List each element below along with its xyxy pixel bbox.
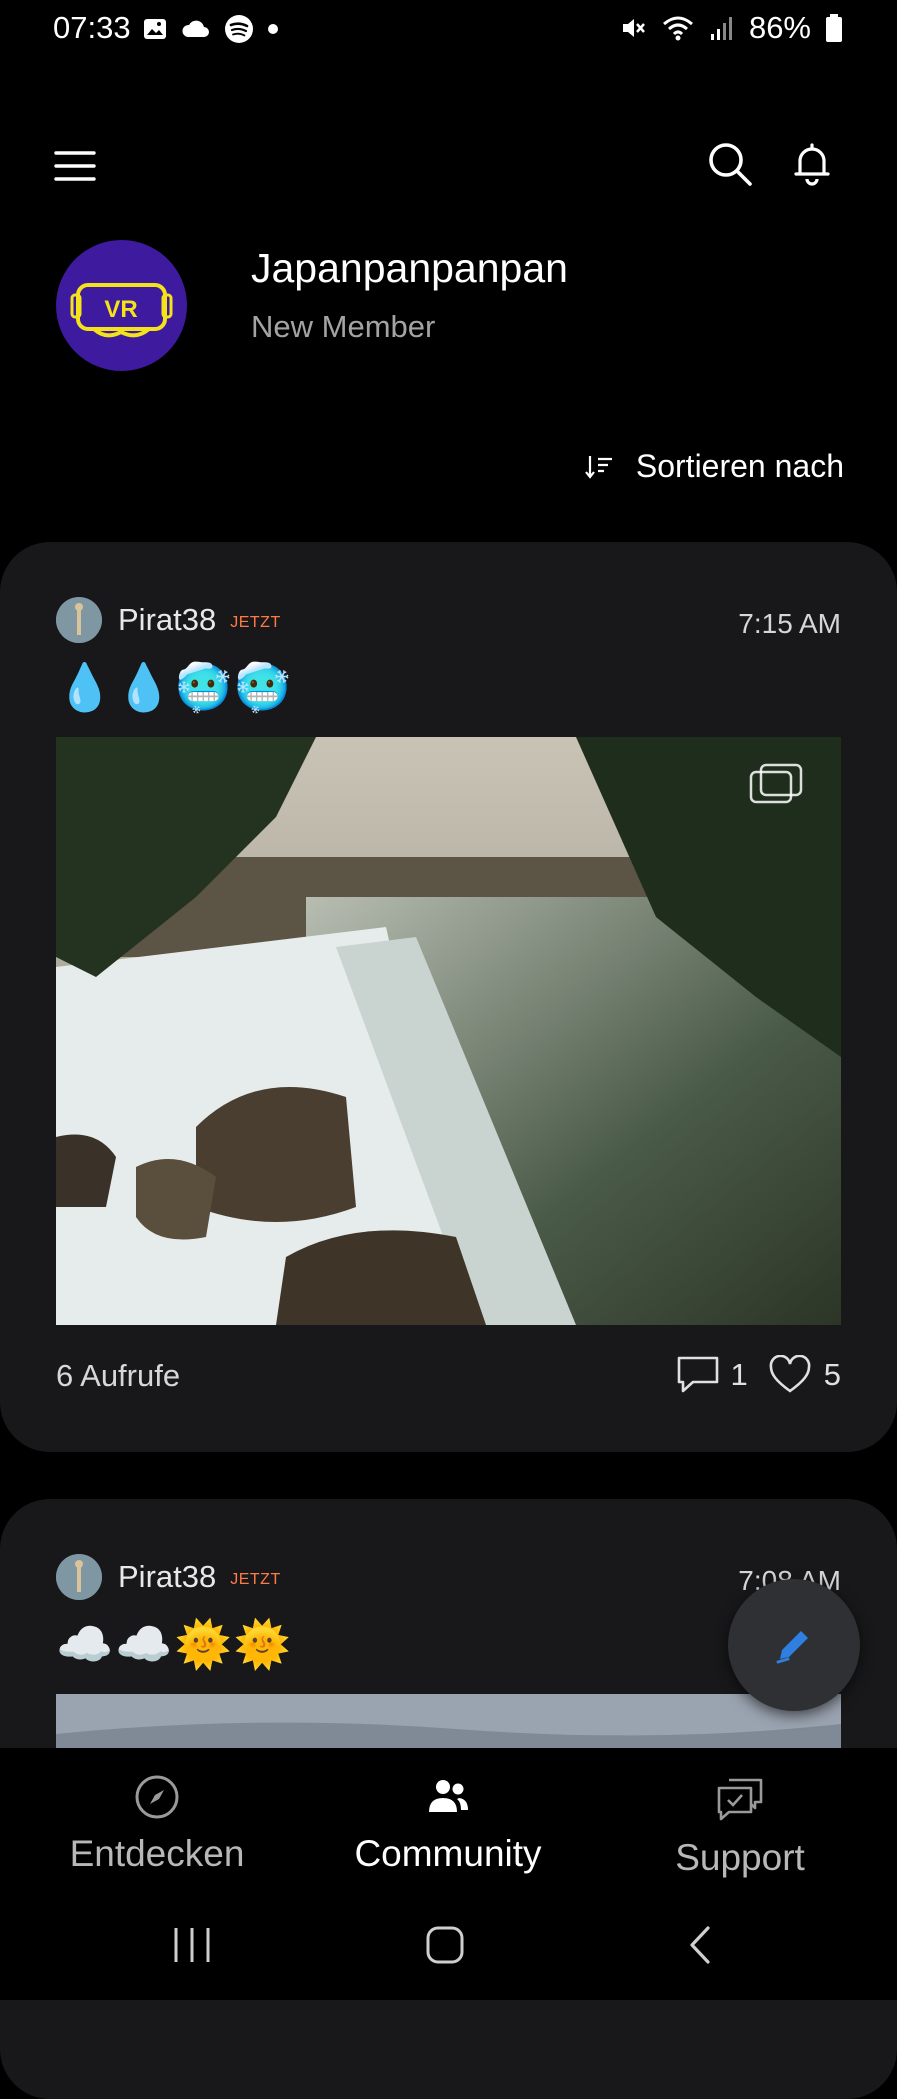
cloud-icon — [182, 20, 209, 37]
pencil-icon — [776, 1631, 808, 1664]
post-badge: JETZT — [230, 1571, 281, 1588]
comment-count: 1 — [730, 1357, 748, 1392]
sky-photo — [56, 1694, 841, 1754]
heart-icon[interactable] — [768, 1355, 812, 1395]
bell-icon — [794, 143, 830, 186]
post-views: 6 Aufrufe — [56, 1358, 181, 1393]
author-name[interactable]: Pirat38 — [118, 602, 216, 638]
post-image[interactable] — [56, 737, 841, 1325]
gallery-icon — [144, 19, 166, 39]
notifications-button[interactable] — [788, 140, 836, 188]
profile-avatar[interactable]: VR — [56, 240, 187, 371]
author-avatar[interactable] — [56, 597, 102, 643]
home-icon[interactable] — [423, 1924, 467, 1966]
status-right-icons: 86% — [619, 10, 843, 46]
post-card[interactable]: Pirat38 JETZT 7:15 AM 💧💧🥶🥶 6 Aufrufe 1 5 — [0, 542, 897, 1452]
profile-name: Japanpanpanpan — [251, 245, 568, 291]
post-header: Pirat38 JETZT — [56, 1554, 281, 1600]
compose-button[interactable] — [728, 1579, 860, 1711]
nav-item-community[interactable]: Community — [298, 1774, 598, 1875]
recents-icon[interactable] — [170, 1924, 214, 1966]
status-left-icons — [142, 14, 280, 44]
status-time: 07:33 — [53, 10, 131, 45]
sort-label: Sortieren nach — [635, 448, 844, 484]
avatar-vr-text: VR — [104, 296, 137, 323]
nav-label-community: Community — [354, 1833, 542, 1874]
search-button[interactable] — [706, 140, 754, 188]
profile-rank: New Member — [251, 309, 436, 344]
battery-percent: 86% — [748, 10, 811, 45]
post-text: ☁️☁️🌞🌞 — [56, 1618, 294, 1670]
signal-icon — [710, 17, 732, 40]
spotify-icon — [225, 15, 253, 43]
menu-button[interactable] — [54, 145, 96, 187]
post-badge: JETZT — [230, 614, 281, 631]
like-count: 5 — [823, 1357, 841, 1392]
nav-label-entdecken: Entdecken — [69, 1833, 245, 1874]
status-bar: 07:33 86% — [0, 0, 897, 60]
post-time: 7:15 AM — [738, 608, 841, 639]
nav-label-support: Support — [675, 1837, 805, 1878]
battery-icon — [826, 14, 842, 42]
giraffe-avatar-icon — [56, 1554, 102, 1600]
system-navigation — [0, 1910, 897, 1980]
hamburger-icon — [54, 151, 96, 181]
search-icon — [709, 143, 752, 186]
back-icon[interactable] — [680, 1924, 724, 1966]
wifi-icon — [662, 16, 693, 41]
post-image[interactable] — [56, 1694, 841, 1754]
vr-headset-icon: VR — [70, 283, 173, 338]
author-name[interactable]: Pirat38 — [118, 1559, 216, 1595]
sort-icon — [585, 455, 612, 479]
nav-item-entdecken[interactable]: Entdecken — [7, 1774, 307, 1875]
post-text: 💧💧🥶🥶 — [56, 661, 294, 713]
dot-icon — [268, 24, 278, 34]
comment-icon[interactable] — [675, 1354, 721, 1396]
giraffe-avatar-icon — [56, 597, 102, 643]
waterfall-photo — [56, 737, 841, 1325]
post-stats: 1 5 — [675, 1354, 841, 1396]
nav-item-support[interactable]: Support — [590, 1774, 890, 1879]
sort-button[interactable]: Sortieren nach — [584, 448, 844, 485]
post-header: Pirat38 JETZT — [56, 597, 281, 643]
author-avatar[interactable] — [56, 1554, 102, 1600]
chat-check-icon — [717, 1778, 763, 1821]
compass-icon — [135, 1775, 179, 1819]
mute-icon — [622, 19, 645, 37]
people-icon — [429, 1780, 468, 1812]
